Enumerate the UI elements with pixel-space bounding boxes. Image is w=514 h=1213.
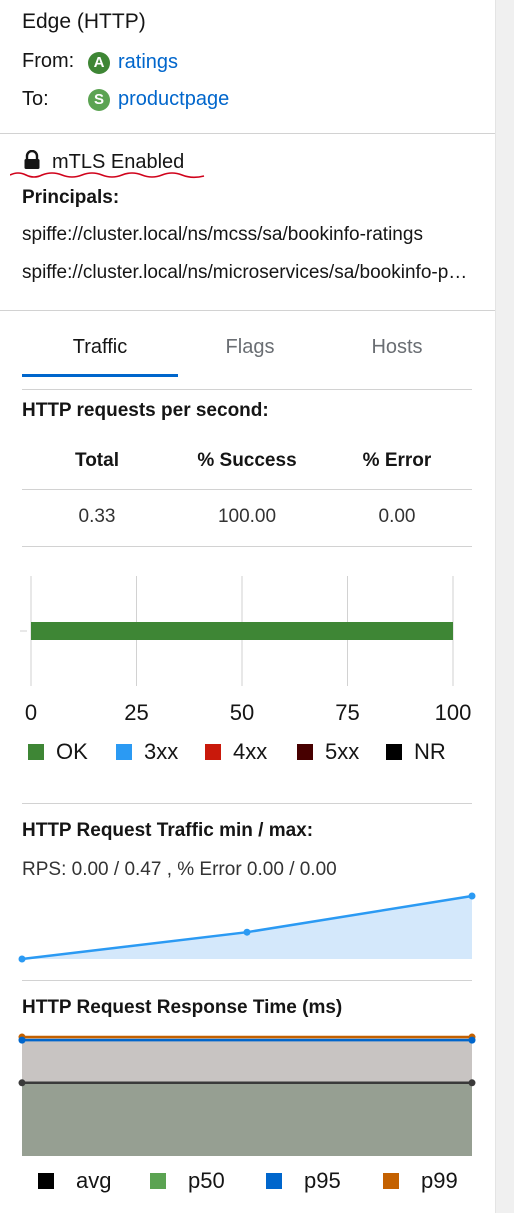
- status-code-bar-chart: 0 25 50 75 100: [20, 576, 472, 725]
- tab-traffic[interactable]: Traffic: [22, 336, 178, 359]
- from-node[interactable]: A ratings: [88, 51, 178, 74]
- legend-item-p99: p99: [383, 1168, 458, 1194]
- table-header-border: [22, 489, 472, 490]
- legend-item-nr: NR: [386, 739, 446, 765]
- service-badge-icon: S: [88, 88, 110, 111]
- response-time-title: HTTP Request Response Time (ms): [22, 997, 343, 1018]
- rt-point-p95: [18, 1036, 26, 1044]
- legend-label: avg: [76, 1168, 112, 1193]
- traffic-chart-title: HTTP Request Traffic min / max:: [22, 820, 314, 841]
- vertical-scrollbar[interactable]: [495, 0, 514, 1213]
- legend-label: p95: [304, 1168, 341, 1193]
- legend-label: NR: [414, 739, 446, 764]
- to-node-link[interactable]: productpage: [118, 88, 229, 111]
- legend-swatch-icon: [28, 744, 44, 760]
- to-label: To:: [22, 88, 49, 110]
- legend-swatch-icon: [297, 744, 313, 760]
- active-tab-indicator: [22, 374, 178, 377]
- x-tick-label: 50: [230, 700, 254, 725]
- bar-ok: [31, 622, 453, 640]
- legend-label: 4xx: [233, 739, 268, 764]
- legend-item-avg: avg: [38, 1168, 111, 1194]
- tabs-bottom-border: [22, 389, 472, 390]
- spellcheck-underline: [10, 172, 205, 179]
- legend-item-4xx: 4xx: [205, 739, 267, 765]
- tab-hosts[interactable]: Hosts: [319, 336, 475, 359]
- legend-swatch-icon: [386, 744, 402, 760]
- rt-point-p50: [468, 1079, 476, 1087]
- response-time-chart: [18, 1033, 476, 1156]
- rps-area-chart: [18, 892, 476, 963]
- col-success-header: % Success: [197, 450, 297, 471]
- legend-label: 5xx: [325, 739, 360, 764]
- total-value: 0.33: [78, 506, 116, 527]
- legend-swatch-icon: [205, 744, 221, 760]
- rt-point-p50: [18, 1079, 26, 1087]
- rps-title: HTTP requests per second:: [22, 400, 269, 421]
- legend-label: p99: [421, 1168, 458, 1193]
- divider: [0, 310, 496, 311]
- legend-item-p50: p50: [150, 1168, 225, 1194]
- legend-swatch-icon: [38, 1173, 54, 1189]
- legend-swatch-icon: [150, 1173, 166, 1189]
- rps-point: [468, 892, 476, 900]
- tab-flags[interactable]: Flags: [172, 336, 328, 359]
- legend-label: p50: [188, 1168, 225, 1193]
- to-node[interactable]: S productpage: [88, 88, 229, 111]
- col-error-header: % Error: [362, 450, 432, 471]
- edge-title: Edge (HTTP): [22, 10, 146, 33]
- x-tick-label: 75: [335, 700, 359, 725]
- legend-label: 3xx: [144, 739, 179, 764]
- rps-area-fill: [22, 896, 472, 959]
- legend-swatch-icon: [383, 1173, 399, 1189]
- legend-item-ok: OK: [28, 739, 88, 765]
- divider: [0, 133, 496, 134]
- from-node-link[interactable]: ratings: [118, 51, 178, 74]
- app-badge-icon: A: [88, 51, 110, 74]
- legend-swatch-icon: [116, 744, 132, 760]
- divider: [22, 803, 472, 804]
- divider: [22, 980, 472, 981]
- x-tick-label: 25: [124, 700, 148, 725]
- legend-item-3xx: 3xx: [116, 739, 178, 765]
- col-total-header: Total: [75, 450, 119, 471]
- rt-area-p50: [22, 1082, 472, 1156]
- error-value: 0.00: [378, 506, 416, 527]
- rps-point: [18, 955, 26, 963]
- success-value: 100.00: [217, 506, 277, 527]
- principal-source: spiffe://cluster.local/ns/mcss/sa/bookin…: [22, 224, 423, 245]
- principals-label: Principals:: [22, 187, 120, 208]
- table-bottom-border: [22, 546, 472, 547]
- rt-point-p95: [468, 1036, 476, 1044]
- from-label: From:: [22, 50, 75, 72]
- legend-item-p95: p95: [266, 1168, 341, 1194]
- x-tick-label: 100: [435, 700, 472, 725]
- legend-item-5xx: 5xx: [297, 739, 359, 765]
- side-panel: Edge (HTTP) From: A ratings To: S produc…: [0, 0, 496, 1213]
- x-tick-label: 0: [25, 700, 37, 725]
- traffic-chart-subtitle: RPS: 0.00 / 0.47 , % Error 0.00 / 0.00: [22, 859, 337, 880]
- rps-point: [243, 928, 251, 936]
- principal-destination: spiffe://cluster.local/ns/microservices/…: [22, 262, 470, 283]
- legend-label: OK: [56, 739, 88, 764]
- legend-swatch-icon: [266, 1173, 282, 1189]
